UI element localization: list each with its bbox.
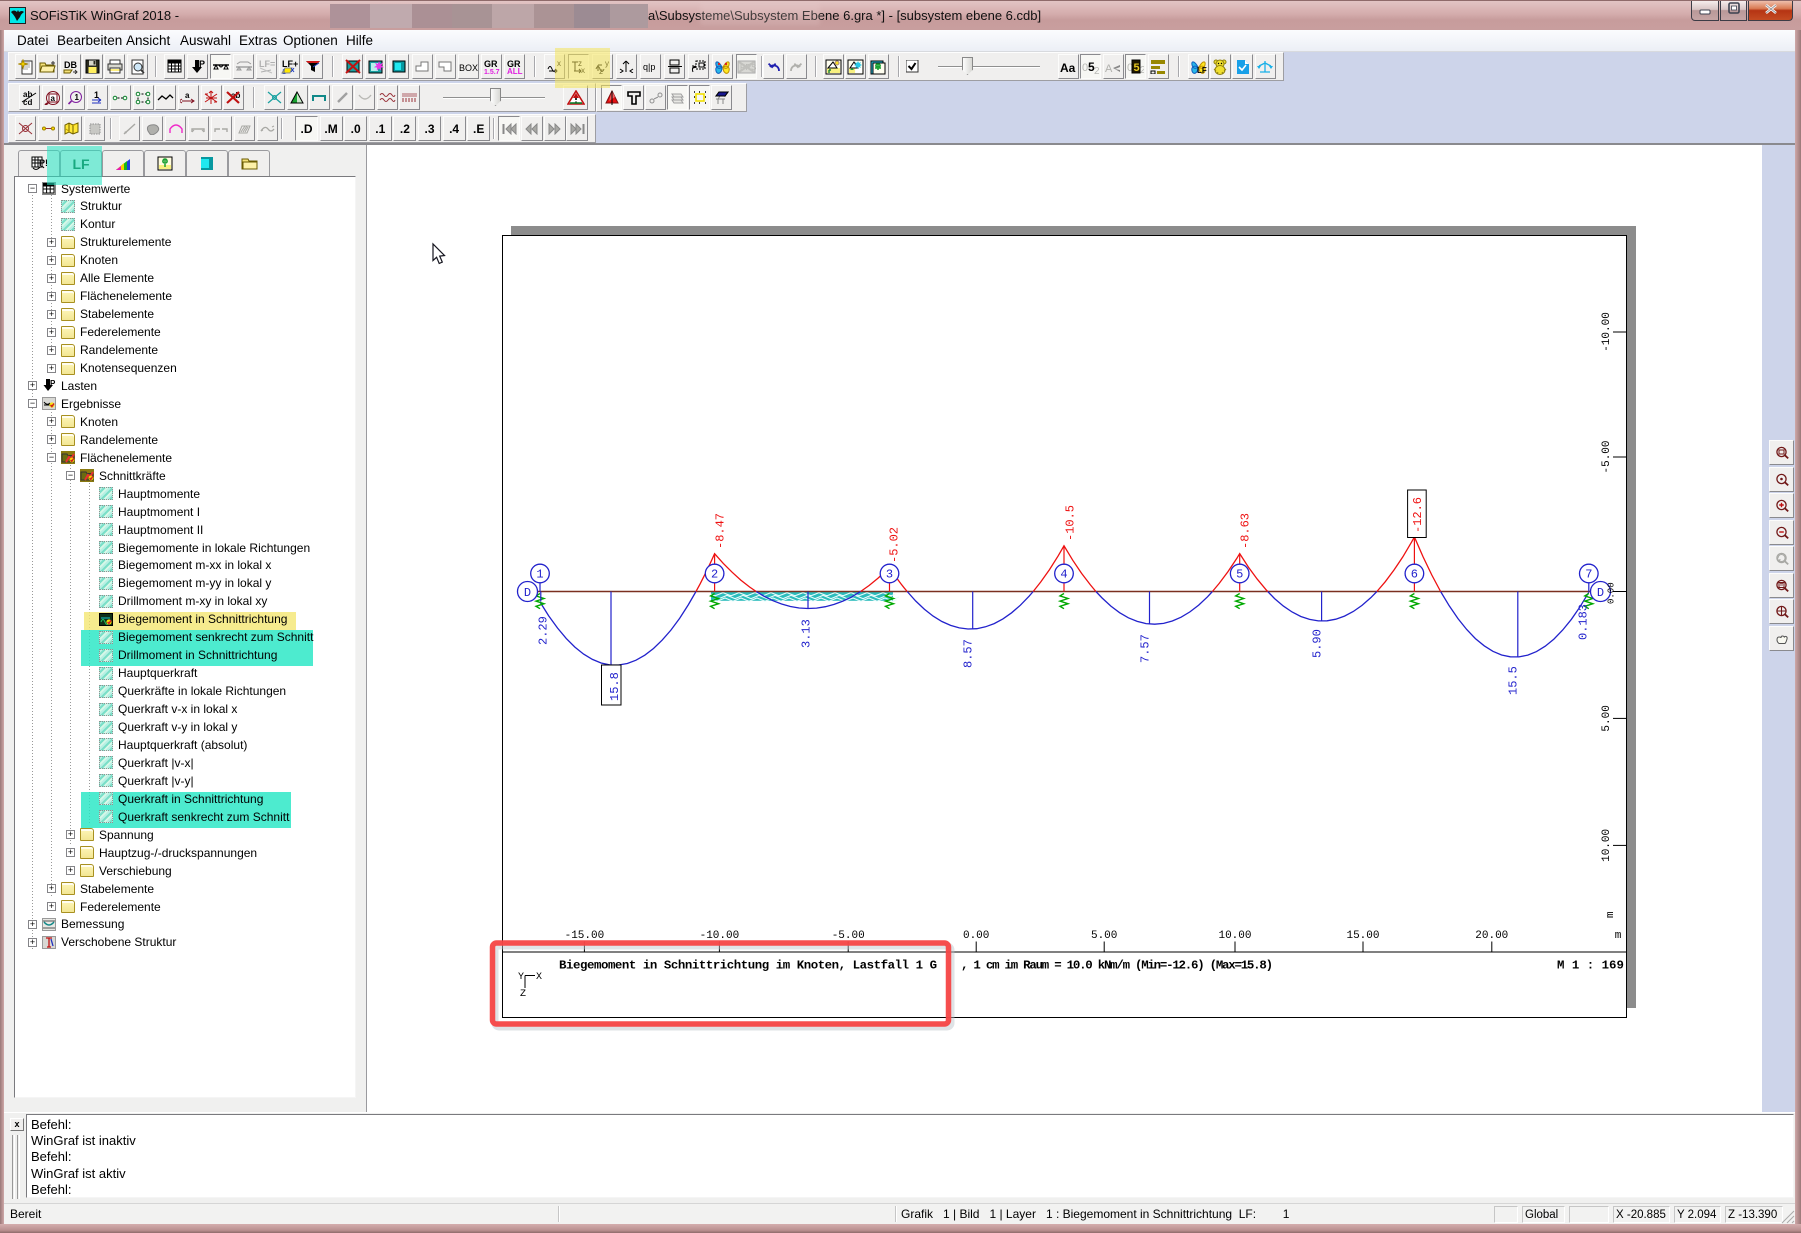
svg-text:5.00: 5.00 — [1091, 930, 1117, 942]
svg-text:6: 6 — [1411, 568, 1418, 582]
svg-text:Y: Y — [518, 972, 524, 983]
svg-text:2.29: 2.29 — [536, 616, 550, 645]
svg-text:2: 2 — [711, 568, 718, 582]
svg-text:5.00: 5.00 — [1601, 705, 1613, 731]
svg-text:2: 2 — [1094, 66, 1100, 74]
svg-text:4: 4 — [1060, 568, 1067, 582]
svg-text:a: a — [51, 94, 56, 103]
svg-text:GR: GR — [484, 59, 498, 69]
svg-text:q|p: q|p — [643, 62, 655, 72]
svg-text:0.00: 0.00 — [963, 930, 989, 942]
svg-text:-5.02: -5.02 — [887, 527, 901, 563]
svg-text:, 1 cm im Raum = 10.0 kNm/m (M: , 1 cm im Raum = 10.0 kNm/m (Min=-12.6) … — [961, 959, 1273, 973]
svg-text:-15.00: -15.00 — [565, 930, 605, 942]
svg-text:-10.5: -10.5 — [1063, 505, 1077, 541]
svg-text:8.57: 8.57 — [961, 639, 975, 668]
svg-text:15.5: 15.5 — [1506, 666, 1520, 695]
svg-text:7: 7 — [1585, 568, 1592, 582]
svg-text:15.8: 15.8 — [608, 672, 622, 701]
svg-text:15.00: 15.00 — [1346, 930, 1379, 942]
svg-text:-5.00: -5.00 — [832, 930, 865, 942]
svg-text:5: 5 — [1134, 62, 1140, 74]
svg-text:D: D — [1597, 586, 1604, 600]
svg-text:7.57: 7.57 — [1138, 634, 1152, 663]
svg-text:0.00: 0.00 — [1606, 582, 1616, 604]
svg-text:-10.00: -10.00 — [700, 930, 740, 942]
svg-text:Aa: Aa — [1060, 61, 1076, 73]
svg-text:3.13: 3.13 — [799, 619, 813, 648]
svg-text:10.00: 10.00 — [1601, 829, 1613, 862]
svg-text:P: P — [50, 379, 56, 388]
svg-text:20.00: 20.00 — [1475, 930, 1508, 942]
svg-text:LF=: LF= — [259, 59, 275, 69]
svg-text:10.00: 10.00 — [1218, 930, 1251, 942]
svg-text:cd: cd — [23, 98, 32, 105]
svg-text:D: D — [524, 586, 531, 600]
svg-text:-12.6: -12.6 — [1411, 497, 1425, 533]
svg-text:m: m — [1605, 911, 1617, 918]
svg-text:LF: LF — [1197, 66, 1207, 75]
svg-text:-8.47: -8.47 — [713, 513, 727, 549]
svg-text:2: 2 — [1140, 65, 1144, 74]
svg-text:ALL: ALL — [507, 67, 523, 74]
svg-text:-5.00: -5.00 — [1601, 440, 1613, 473]
svg-text:0.183: 0.183 — [1576, 604, 1590, 640]
svg-text:1: 1 — [282, 69, 286, 74]
svg-text:3: 3 — [886, 568, 893, 582]
svg-text:-10.00: -10.00 — [1601, 312, 1613, 352]
svg-text:1.5.7: 1.5.7 — [484, 69, 500, 74]
svg-text:A: A — [1105, 63, 1113, 74]
svg-text:P: P — [199, 59, 205, 69]
svg-text:1: 1 — [536, 568, 543, 582]
svg-text:X: X — [536, 972, 542, 983]
svg-text:5: 5 — [1236, 568, 1243, 582]
svg-text:Biegemoment in Schnittrichtung: Biegemoment in Schnittrichtung im Knoten… — [559, 959, 937, 973]
svg-text:5.90: 5.90 — [1310, 629, 1324, 658]
svg-text:1: 1 — [74, 93, 79, 102]
svg-text:m: m — [1615, 930, 1622, 942]
svg-text:M 1 : 169: M 1 : 169 — [1557, 959, 1624, 973]
svg-text:a: a — [185, 91, 190, 100]
svg-text:BOX: BOX — [459, 63, 478, 72]
svg-text:-8.63: -8.63 — [1238, 513, 1252, 549]
svg-text:Z: Z — [520, 989, 526, 1000]
svg-text:DB: DB — [64, 60, 77, 70]
